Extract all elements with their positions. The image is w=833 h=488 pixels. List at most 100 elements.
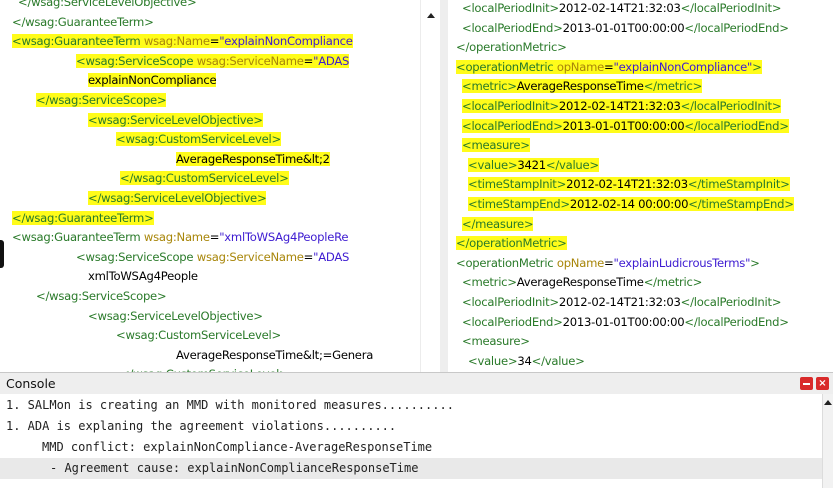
left-editor-scrollbar[interactable]	[420, 0, 441, 372]
xml-token: =	[303, 53, 314, 68]
xml-token: </localPeriodInit>	[680, 99, 782, 113]
xml-token: 2013-01-01T00:00:00	[562, 314, 685, 329]
xml-token: <wsag:ServiceLevelObjective>	[88, 112, 263, 127]
close-icon[interactable]: ×	[816, 377, 829, 390]
xml-token: </operationMetric>	[456, 236, 567, 251]
console-title: Console	[6, 376, 56, 391]
xml-token: <value>	[468, 157, 518, 172]
xml-token: "ADAS	[313, 249, 350, 264]
xml-token: <operationMetric	[456, 59, 557, 74]
xml-token: AverageResponseTime	[516, 275, 644, 290]
console-line[interactable]: MMD conflict: explainNonCompliance-Avera…	[6, 437, 432, 458]
xml-token: 2013-01-01T00:00:00	[562, 20, 685, 35]
xml-token: explainNonCompliance	[88, 73, 217, 88]
xml-token: </wsag:ServiceLevelObjective>	[18, 0, 197, 9]
console-header: Console ×	[0, 372, 833, 394]
console-line[interactable]: - Agreement cause: explainNonComplianceR…	[0, 458, 822, 479]
xml-token: </wsag:ServiceLevelObjective>	[88, 191, 267, 205]
xml-token: <localPeriodInit>	[462, 295, 559, 309]
left-xml-editor[interactable]: </wsag:ServiceLevelObjective> </wsag:Guar…	[12, 0, 420, 372]
xml-line: </wsag:ServiceScope>	[12, 90, 167, 110]
xml-line: </wsag:CustomServiceLevel>	[12, 364, 289, 372]
xml-token: wsag:Name	[143, 34, 210, 49]
xml-line: <localPeriodInit>2012-02-14T21:32:03</lo…	[448, 96, 781, 116]
xml-token: "xmlToWSAg4PeopleRe	[219, 230, 349, 245]
xml-token: =	[303, 249, 314, 264]
xml-token: xmlToWSAg4People	[88, 269, 198, 284]
xml-token: <timeStampEnd>	[468, 197, 570, 211]
xml-token: </wsag:GuaranteeTerm>	[12, 210, 154, 225]
xml-token: </operationMetric>	[456, 40, 567, 55]
xml-line: <metric>AverageResponseTime</metric>	[448, 76, 702, 96]
xml-token: <localPeriodInit>	[462, 1, 559, 15]
xml-token: </value>	[545, 157, 599, 172]
xml-line: <metric>AverageResponseTime</metric>	[448, 272, 702, 292]
xml-line: <operationMetric opName="explainLudicrou…	[448, 253, 760, 273]
xml-line: <localPeriodInit>2012-02-14T21:32:03</lo…	[448, 292, 781, 312]
minimize-icon[interactable]	[800, 377, 813, 390]
xml-token: <wsag:CustomServiceLevel>	[116, 328, 281, 343]
console-line-text: - Agreement cause: explainNonComplianceR…	[50, 461, 419, 475]
xml-token: "explainNonCompliance	[219, 34, 353, 49]
xml-token: <value>	[468, 353, 518, 368]
xml-token: 34	[517, 353, 532, 368]
xml-token: AverageResponseTime	[516, 79, 644, 94]
editor-split-divider[interactable]	[440, 0, 448, 372]
scroll-up-arrow-icon[interactable]	[427, 13, 435, 18]
xml-line: <localPeriodInit>2012-02-14T21:32:03</lo…	[448, 0, 781, 18]
xml-line: </measure>	[448, 214, 534, 234]
xml-token: </timeStampEnd>	[688, 197, 794, 211]
xml-token: 2012-02-14T21:32:03	[558, 1, 681, 15]
xml-token: <wsag:GuaranteeTerm	[12, 230, 144, 245]
scroll-up-arrow-icon[interactable]	[824, 400, 832, 405]
xml-token: </localPeriodInit>	[680, 1, 782, 15]
xml-token: "explainLudicrousTerms"	[613, 255, 751, 270]
xml-line: <wsag:CustomServiceLevel>	[12, 325, 281, 345]
right-xml-editor[interactable]: <localPeriodInit>2012-02-14T21:32:03</lo…	[448, 0, 833, 372]
xml-token: =	[209, 230, 220, 245]
console-output[interactable]: 1. SALMon is creating an MMD with monito…	[0, 394, 822, 488]
xml-token: wsag:ServiceName	[196, 53, 304, 68]
xml-token: "explainNonCompliance"	[613, 59, 753, 74]
xml-token: 2012-02-14T21:32:03	[566, 177, 688, 192]
xml-token: wsag:Name	[143, 230, 210, 245]
xml-token: </wsag:CustomServiceLevel>	[120, 171, 289, 186]
xml-token: <localPeriodEnd>	[462, 20, 563, 35]
xml-token: opName	[556, 255, 605, 270]
xml-token: </wsag:ServiceScope>	[36, 93, 167, 107]
xml-line: <timeStampInit>2012-02-14T21:32:03</time…	[448, 174, 790, 194]
xml-line: </wsag:ServiceLevelObjective>	[12, 188, 267, 208]
xml-token: <wsag:ServiceLevelObjective>	[88, 308, 263, 323]
xml-token: </timeStampInit>	[687, 177, 790, 192]
xml-line: xmlToWSAg4People	[12, 266, 198, 286]
xml-token: <measure>	[462, 334, 530, 349]
xml-line: <operationMetric opName="explainNonCompl…	[448, 57, 762, 77]
xml-token: <localPeriodEnd>	[462, 314, 563, 329]
console-scrollbar[interactable]	[822, 394, 833, 488]
xml-token: "ADAS	[313, 53, 350, 68]
xml-line: <wsag:ServiceScope wsag:ServiceName="ADA…	[12, 247, 349, 267]
xml-token: 2012-02-14T21:32:03	[558, 99, 681, 113]
xml-line: <wsag:ServiceScope wsag:ServiceName="ADA…	[12, 51, 349, 71]
console-line[interactable]: 1. SALMon is creating an MMD with monito…	[6, 395, 454, 416]
xml-line: </wsag:ServiceScope>	[12, 286, 167, 306]
xml-token: </localPeriodEnd>	[684, 20, 789, 35]
xml-line: </wsag:ServiceLevelObjective>	[12, 0, 197, 12]
xml-line: <wsag:ServiceLevelObjective>	[12, 306, 263, 326]
xml-line: <wsag:CustomServiceLevel>	[12, 129, 281, 149]
side-collapse-handle[interactable]	[0, 240, 4, 268]
console-line[interactable]: 1. ADA is explaning the agreement violat…	[6, 416, 396, 437]
xml-line: explainNonCompliance	[12, 70, 217, 90]
xml-token: </wsag:ServiceScope>	[36, 289, 167, 303]
xml-token: <localPeriodEnd>	[462, 118, 563, 133]
xml-token: </value>	[531, 353, 585, 368]
xml-token: 3421	[517, 157, 546, 172]
xml-line: AverageResponseTime&lt;=Genera	[12, 345, 373, 365]
xml-line: <localPeriodEnd>2013-01-01T00:00:00</loc…	[448, 18, 789, 38]
xml-token: <wsag:ServiceScope	[76, 249, 197, 264]
xml-token: =	[209, 34, 220, 49]
xml-token: </metric>	[643, 79, 703, 94]
xml-line: <localPeriodEnd>2013-01-01T00:00:00</loc…	[448, 116, 789, 136]
xml-token: </localPeriodEnd>	[684, 118, 789, 133]
xml-token: 2012-02-14 00:00:00	[569, 197, 689, 211]
